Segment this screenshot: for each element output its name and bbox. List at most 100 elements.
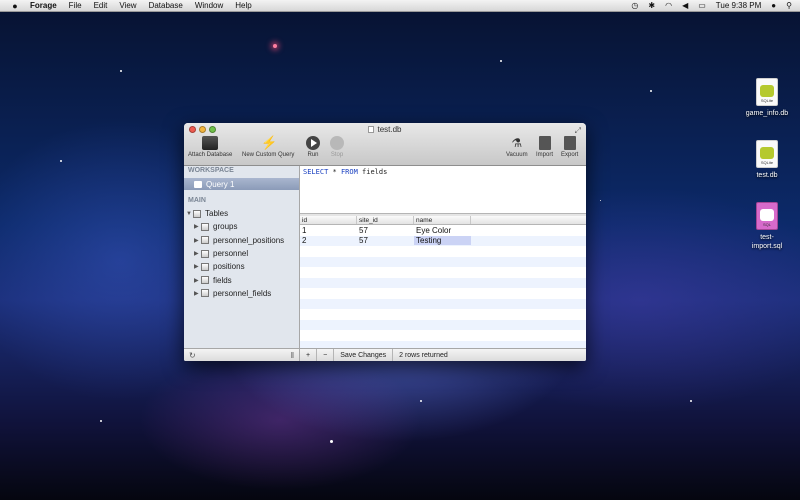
tree-item-table[interactable]: ▶ personnel — [184, 247, 300, 260]
query-pane: SELECT * FROM fields id site_id name 1 5… — [300, 166, 586, 361]
stop-button[interactable]: Stop — [330, 136, 344, 158]
disclosure-closed-icon[interactable]: ▶ — [194, 237, 201, 244]
save-changes-button[interactable]: Save Changes — [334, 348, 394, 361]
wifi-icon[interactable]: ◠ — [665, 1, 672, 10]
tree-item-table[interactable]: ▶ groups — [184, 220, 300, 233]
wallpaper-star — [330, 440, 333, 443]
sqlite-file-icon: SQLite — [756, 78, 778, 106]
window-titlebar[interactable]: test.db ⤢ Attach Database ⚡ New Custom Q… — [184, 123, 586, 166]
menu-database[interactable]: Database — [149, 1, 183, 10]
battery-icon[interactable]: ▭ — [698, 1, 706, 10]
add-row-button[interactable]: + — [300, 348, 318, 361]
empty-row — [300, 298, 586, 309]
wallpaper-star — [650, 90, 652, 92]
cell-id[interactable]: 1 — [300, 226, 357, 235]
tree-item-table[interactable]: ▶ fields — [184, 273, 300, 286]
menu-view[interactable]: View — [119, 1, 136, 10]
tree-item-table[interactable]: ▶ positions — [184, 260, 300, 273]
volume-icon[interactable]: ◀ — [682, 1, 688, 10]
resize-handle-icon[interactable]: ‖ — [291, 351, 294, 360]
attach-database-button[interactable]: Attach Database — [188, 136, 232, 158]
vacuum-icon: ⚗ — [511, 136, 523, 150]
bluetooth-icon[interactable]: ✱ — [648, 1, 655, 10]
sidebar-section-main: MAIN — [188, 197, 206, 204]
refresh-icon[interactable]: ↻ — [189, 351, 196, 360]
table-row[interactable]: 1 57 Eye Color — [300, 225, 586, 236]
status-text: 2 rows returned — [399, 351, 448, 359]
results-footer: + − Save Changes 2 rows returned — [300, 348, 586, 361]
cell-site-id[interactable]: 57 — [357, 226, 414, 235]
empty-row — [300, 246, 586, 257]
desktop-file-test-import-sql[interactable]: SQL test- import.sql — [742, 202, 792, 251]
menu-help[interactable]: Help — [235, 1, 251, 10]
menu-file[interactable]: File — [69, 1, 82, 10]
sidebar: WORKSPACE Query 1 MAIN ▼ Tables ▶ groups — [184, 166, 300, 361]
user-icon[interactable]: ● — [771, 1, 776, 10]
clock[interactable]: Tue 9:38 PM — [716, 1, 762, 10]
import-icon — [538, 136, 551, 150]
empty-row — [300, 330, 586, 341]
tables-icon — [193, 209, 201, 218]
apple-icon[interactable]: ● — [10, 1, 20, 11]
table-icon — [201, 289, 209, 298]
sidebar-item-query-1[interactable]: Query 1 — [184, 178, 299, 190]
query-icon — [194, 180, 202, 188]
table-tree: ▼ Tables ▶ groups ▶ personnel_positions … — [184, 207, 300, 300]
wallpaper-star — [273, 44, 277, 48]
results-rows: 1 57 Eye Color 2 57 Testing — [300, 225, 586, 348]
column-header-name[interactable]: name — [414, 216, 471, 224]
empty-row — [300, 288, 586, 299]
empty-row — [300, 319, 586, 330]
cell-name[interactable]: Eye Color — [414, 226, 471, 235]
menu-bar: ● Forage File Edit View Database Window … — [0, 0, 800, 12]
spotlight-icon[interactable]: ⚲ — [786, 1, 792, 10]
disclosure-closed-icon[interactable]: ▶ — [194, 277, 201, 284]
sql-token: fields — [362, 168, 388, 176]
menu-window[interactable]: Window — [195, 1, 223, 10]
desktop-file-label: test- import.sql — [751, 234, 783, 250]
disclosure-closed-icon[interactable]: ▶ — [194, 223, 201, 230]
desktop-file-label: test.db — [756, 172, 778, 179]
table-icon — [201, 249, 209, 258]
table-icon — [201, 276, 209, 285]
sqlite-file-icon: SQLite — [756, 140, 778, 168]
menu-edit[interactable]: Edit — [94, 1, 108, 10]
tree-item-tables[interactable]: ▼ Tables — [184, 207, 300, 220]
menu-extras: ◷ ✱ ◠ ◀ ▭ Tue 9:38 PM ● ⚲ — [621, 1, 792, 10]
disclosure-open-icon[interactable]: ▼ — [186, 211, 193, 217]
vacuum-button[interactable]: ⚗ Vacuum — [506, 136, 528, 158]
menu-app-forage[interactable]: Forage — [30, 1, 57, 10]
cell-site-id[interactable]: 57 — [357, 236, 414, 245]
wallpaper-star — [60, 160, 62, 162]
empty-row — [300, 267, 586, 278]
empty-row — [300, 277, 586, 288]
window-body: WORKSPACE Query 1 MAIN ▼ Tables ▶ groups — [184, 166, 586, 361]
import-button[interactable]: Import — [536, 136, 553, 158]
disclosure-closed-icon[interactable]: ▶ — [194, 250, 201, 257]
tree-item-table[interactable]: ▶ personnel_fields — [184, 287, 300, 300]
desktop-file-label: game_info.db — [745, 110, 789, 117]
app-window: test.db ⤢ Attach Database ⚡ New Custom Q… — [184, 123, 586, 361]
desktop-file-game-info-db[interactable]: SQLite game_info.db — [742, 78, 792, 118]
wallpaper-star — [420, 400, 422, 402]
cell-name-editing[interactable]: Testing — [414, 236, 471, 246]
export-button[interactable]: Export — [561, 136, 578, 158]
fullscreen-icon[interactable]: ⤢ — [575, 126, 581, 136]
sql-editor[interactable]: SELECT * FROM fields — [300, 166, 586, 214]
tree-item-table[interactable]: ▶ personnel_positions — [184, 234, 300, 247]
time-machine-icon[interactable]: ◷ — [631, 1, 638, 10]
column-header-site-id[interactable]: site_id — [357, 216, 414, 224]
new-custom-query-button[interactable]: ⚡ New Custom Query — [242, 136, 294, 159]
sql-keyword: FROM — [340, 168, 358, 176]
cell-id[interactable]: 2 — [300, 236, 357, 245]
column-header-id[interactable]: id — [300, 216, 357, 224]
results-header: id site_id name — [300, 216, 586, 225]
disclosure-closed-icon[interactable]: ▶ — [194, 263, 201, 270]
disclosure-closed-icon[interactable]: ▶ — [194, 290, 201, 297]
remove-row-button[interactable]: − — [317, 348, 335, 361]
window-title: test.db — [184, 125, 586, 134]
table-row[interactable]: 2 57 Testing — [300, 235, 586, 246]
run-button[interactable]: Run — [306, 136, 320, 158]
sidebar-section-workspace: WORKSPACE — [188, 167, 234, 174]
desktop-file-test-db[interactable]: SQLite test.db — [742, 140, 792, 180]
